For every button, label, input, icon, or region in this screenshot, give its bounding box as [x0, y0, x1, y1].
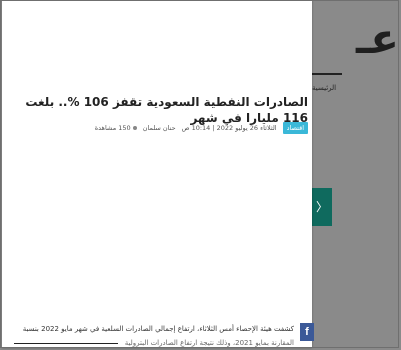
viewport-frame — [0, 0, 399, 348]
